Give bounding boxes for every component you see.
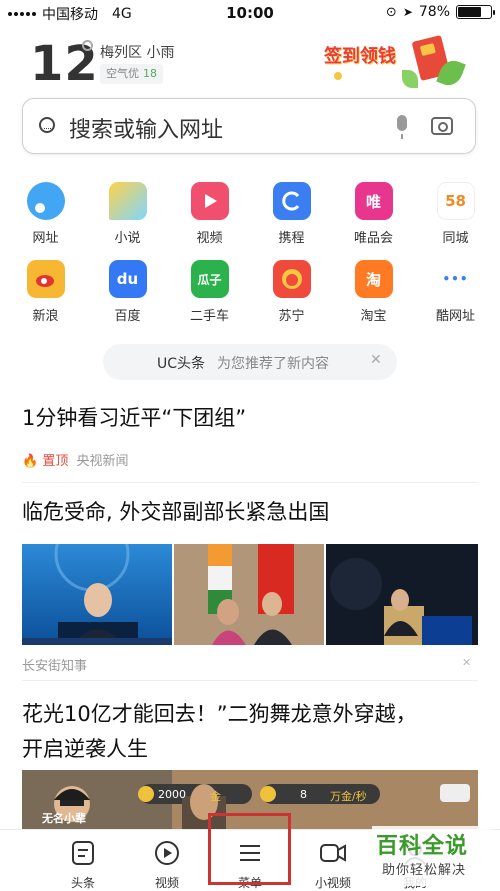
search-icon	[39, 117, 55, 133]
nav-label: 视频	[154, 876, 179, 890]
58-icon: 58	[436, 182, 475, 220]
play-icon	[190, 182, 229, 220]
close-icon[interactable]: ✕	[370, 352, 382, 368]
checkin-banner[interactable]: 签到领钱	[318, 32, 470, 94]
banner-text: 签到领钱	[324, 46, 396, 67]
search-placeholder: 搜索或输入网址	[69, 118, 224, 143]
notice-text: 为您推荐了新内容	[217, 356, 329, 372]
weather-location[interactable]: 梅列区 小雨	[100, 42, 174, 62]
camera-icon[interactable]	[431, 117, 453, 135]
shortcut-label: 新浪	[32, 309, 59, 324]
shortcut-label: 同城	[442, 231, 469, 246]
nav-item-small-video[interactable]: 小视频	[290, 830, 376, 891]
news-image[interactable]	[174, 544, 324, 645]
shortcut-label: 淘宝	[360, 309, 387, 324]
shortcut-10[interactable]: 淘淘宝	[332, 260, 415, 324]
nav-item-video[interactable]: 视频	[124, 830, 210, 891]
shortcut-7[interactable]: du 百度	[86, 260, 169, 324]
aqi-badge: 空气优 18	[100, 64, 163, 84]
news-title[interactable]: 临危受命, 外交部副部长紧急出国	[22, 496, 329, 526]
shortcut-label: 酷网址	[435, 309, 475, 324]
battery-icon	[456, 5, 495, 19]
watermark-title: 百科全说	[376, 834, 469, 859]
degree-icon	[82, 40, 93, 51]
more-dots-icon: •••	[436, 260, 475, 298]
aqi-value: 18	[143, 67, 157, 80]
shortcut-9[interactable]: 苏宁	[250, 260, 333, 324]
nav-item-headlines[interactable]: 头条	[40, 830, 126, 891]
news-icon	[72, 841, 94, 865]
shortcut-8[interactable]: 瓜子 二手车	[168, 260, 251, 324]
small-video-icon	[320, 844, 346, 862]
guazi-icon: 瓜子	[190, 260, 229, 298]
news-source: 央视新闻	[76, 454, 129, 469]
taobao-icon: 淘	[354, 260, 393, 298]
ctrip-icon	[272, 182, 311, 220]
location-arrow-icon: ➤	[402, 5, 413, 19]
shortcut-label: 二手车	[189, 309, 229, 324]
shortcut-label: 百度	[114, 309, 141, 324]
circle-dot-icon	[26, 182, 65, 220]
search-bar[interactable]: 搜索或输入网址	[22, 98, 476, 154]
battery-percent: 78%	[418, 4, 450, 20]
microphone-icon[interactable]	[397, 115, 407, 139]
news-title[interactable]: 花光10亿才能回去！”二狗舞龙意外穿越，	[22, 698, 417, 728]
shortcut-5[interactable]: 58 同城	[414, 182, 497, 246]
shortcut-2[interactable]: 视频	[168, 182, 251, 246]
news-image[interactable]	[22, 544, 172, 645]
play-circle-icon	[155, 841, 179, 865]
divider	[22, 482, 478, 483]
baidu-paw-icon: du	[108, 260, 147, 298]
vip-icon: 唯	[354, 182, 393, 220]
watermark: 百科全说 助你轻松解决	[372, 826, 492, 886]
shortcut-1[interactable]: 小说	[86, 182, 169, 246]
leaf-icon	[402, 70, 418, 88]
shortcut-6[interactable]: 新浪	[4, 260, 87, 324]
news-title-line2[interactable]: 开启逆袭人生	[22, 733, 148, 763]
news-source: 长安街知事	[22, 659, 88, 674]
dismiss-icon[interactable]: ✕	[462, 656, 471, 669]
shortcut-3[interactable]: 携程	[250, 182, 333, 246]
weibo-icon	[26, 260, 65, 298]
rate-amount: 8	[300, 788, 307, 801]
shortcut-11[interactable]: ••• 酷网址	[414, 260, 497, 324]
shortcut-label: 携程	[278, 231, 305, 246]
coin-icon	[334, 72, 342, 80]
rate-unit: 万金/秒	[330, 790, 367, 803]
gold-unit: 金	[210, 790, 221, 803]
lion-icon	[272, 260, 311, 298]
shortcut-0[interactable]: 网址	[4, 182, 87, 246]
shortcut-4[interactable]: 唯唯品会	[332, 182, 415, 246]
lock-rotation-icon: ⊙	[385, 4, 397, 20]
watermark-subtitle: 助你轻松解决	[382, 863, 467, 878]
shortcut-label: 苏宁	[278, 309, 305, 324]
character-name: 无名小辈	[42, 812, 86, 825]
aqi-label: 空气优	[106, 67, 139, 80]
news-title[interactable]: 1分钟看习近平“下团组”	[22, 402, 246, 432]
shortcut-label: 唯品会	[353, 231, 393, 246]
divider	[22, 680, 478, 681]
notice-source: UC头条	[157, 356, 206, 372]
pinned-flag: 置顶	[42, 454, 69, 469]
shortcut-label: 小说	[114, 231, 141, 246]
recommend-notice[interactable]: UC头条 为您推荐了新内容 ✕	[103, 344, 397, 380]
gold-amount: 2000	[158, 788, 186, 801]
shortcut-label: 视频	[196, 231, 223, 246]
news-meta: 🔥 置顶 央视新闻	[22, 450, 129, 469]
speech-bubble-icon	[108, 182, 147, 220]
fire-icon: 🔥	[22, 454, 39, 469]
menu-highlight-box	[208, 813, 291, 885]
status-bar: 中国移动 4G 10:00 ⊙ ➤ 78%	[0, 0, 500, 26]
nav-label: 头条	[70, 876, 95, 890]
nav-label: 小视频	[314, 876, 351, 890]
shortcut-label: 网址	[32, 231, 59, 246]
news-image[interactable]	[326, 544, 478, 645]
